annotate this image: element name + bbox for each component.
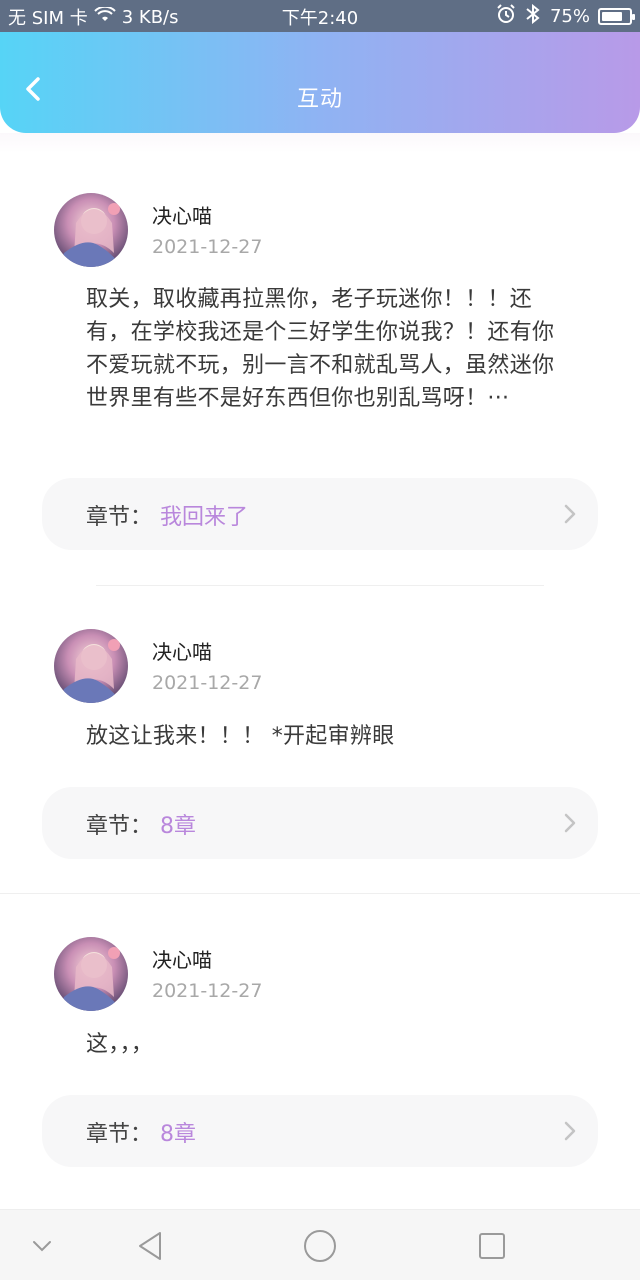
status-bar: 无 SIM 卡 3 KB/s 下午2:40 75% (0, 0, 640, 32)
comment-text: 放这让我来！！！ *开起审辨眼 (86, 724, 395, 749)
collapse-button[interactable] (22, 1226, 62, 1266)
app-header: 无 SIM 卡 3 KB/s 下午2:40 75% 互动 (0, 0, 640, 133)
chapter-label: 章节： (86, 814, 153, 839)
back-triangle-icon (139, 1232, 161, 1260)
comment-text: 这，，， (86, 1032, 154, 1057)
chapter-label: 章节： (86, 1122, 153, 1147)
back-nav-button[interactable] (130, 1226, 170, 1266)
username: 决心喵 (152, 204, 212, 228)
status-right: 75% (496, 3, 635, 29)
username: 决心喵 (152, 948, 212, 972)
chapter-label: 章节： (86, 505, 153, 530)
divider (96, 585, 544, 586)
page-title: 互动 (296, 87, 343, 112)
comment-date: 2021-12-27 (152, 672, 263, 694)
chapter-link[interactable]: 章节： 8章 (42, 1095, 598, 1167)
chevron-right-icon (564, 1121, 576, 1141)
comment-item: 决心喵 2021-12-27 放这让我来！！！ *开起审辨眼 章节： 8章 (0, 587, 640, 895)
chapter-name: 我回来了 (160, 505, 249, 530)
chevron-right-icon (564, 504, 576, 524)
header-shadow (0, 133, 640, 153)
alarm-icon (496, 4, 516, 29)
battery-level (602, 12, 622, 21)
username: 决心喵 (152, 640, 212, 664)
recents-square-icon (479, 1233, 505, 1259)
chevron-right-icon (564, 813, 576, 833)
comment-date: 2021-12-27 (152, 236, 263, 258)
system-nav-bar (0, 1209, 640, 1280)
divider (0, 893, 640, 894)
battery-icon (598, 8, 635, 25)
comment-item: 决心喵 2021-12-27 这，，， 章节： 8章 (0, 895, 640, 1209)
avatar[interactable] (54, 937, 128, 1011)
title-bar: 互动 (0, 32, 640, 133)
home-nav-button[interactable] (300, 1226, 340, 1266)
comment-item: 决心喵 2021-12-27 取关，取收藏再拉黑你，老子玩迷你！！！还有，在学校… (0, 153, 640, 587)
home-circle-icon (304, 1230, 336, 1262)
chapter-name: 8章 (160, 1122, 196, 1147)
collapse-icon (33, 1241, 51, 1252)
comment-date: 2021-12-27 (152, 980, 263, 1002)
battery-percent: 75% (549, 6, 590, 27)
chapter-name: 8章 (160, 814, 196, 839)
comment-text: 取关，取收藏再拉黑你，老子玩迷你！！！还有，在学校我还是个三好学生你说我？！还有… (86, 287, 555, 411)
chapter-link[interactable]: 章节： 8章 (42, 787, 598, 859)
recents-nav-button[interactable] (472, 1226, 512, 1266)
avatar[interactable] (54, 193, 128, 267)
bluetooth-icon (524, 3, 542, 29)
avatar[interactable] (54, 629, 128, 703)
chapter-link[interactable]: 章节： 我回来了 (42, 478, 598, 550)
